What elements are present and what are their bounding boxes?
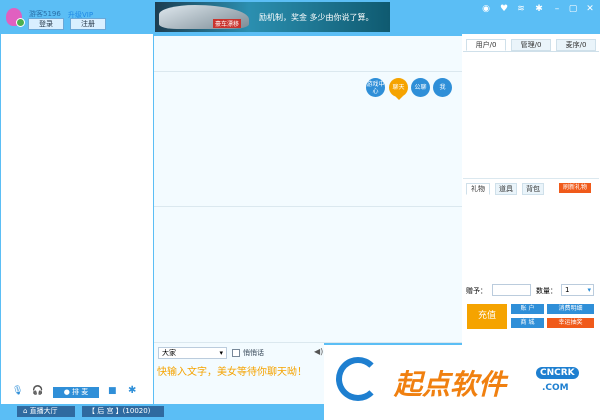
- divider: [463, 178, 599, 179]
- speaker-icon[interactable]: ◀): [314, 347, 323, 356]
- banner-tag: 豪车漂移: [213, 19, 242, 28]
- heart-icon[interactable]: ♥: [498, 4, 510, 14]
- camera-icon[interactable]: ■: [108, 386, 117, 396]
- watermark-text: 起点软件: [394, 368, 507, 401]
- banner-text: 励机制，奖金 多少由你说了算。: [259, 13, 374, 22]
- quantity-value: 1: [565, 286, 570, 294]
- eye-icon[interactable]: ◉: [480, 4, 492, 14]
- watermark-logo-icon: [336, 357, 380, 401]
- whisper-label: 悄悄话: [243, 349, 264, 357]
- microphone-icon[interactable]: 🎙: [12, 386, 23, 396]
- gift-to-input[interactable]: [492, 284, 531, 296]
- watermark: 起点软件 CNCRK .COM: [324, 345, 600, 420]
- tab-gifts[interactable]: 礼物: [466, 183, 490, 195]
- gift-to-label: 赠予：: [466, 287, 487, 295]
- maximize-icon[interactable]: ▢: [567, 4, 579, 14]
- quantity-select[interactable]: 1 ▾: [561, 284, 594, 296]
- chat-button[interactable]: 聊天: [389, 78, 408, 97]
- wifi-icon[interactable]: ≋: [515, 4, 527, 14]
- tab-props[interactable]: 道具: [495, 183, 517, 195]
- avatar[interactable]: [6, 8, 25, 27]
- my-chat-button[interactable]: 我: [433, 78, 452, 97]
- public-chat-button[interactable]: 公聊: [411, 78, 430, 97]
- microphone-icon: ●: [63, 388, 73, 396]
- account-button[interactable]: 账 户: [511, 304, 544, 314]
- consume-detail-button[interactable]: 消费明细: [547, 304, 594, 314]
- game-center-button[interactable]: 游戏中心: [366, 78, 385, 97]
- tab-mic-queue[interactable]: 麦序/0: [556, 39, 596, 51]
- live-hall-button[interactable]: ⌂ 直播大厅: [17, 406, 75, 417]
- active-pointer: [395, 96, 403, 104]
- chat-input[interactable]: 快输入文字，美女等待你聊天呦！: [157, 363, 327, 401]
- watermark-badge: CNCRK: [536, 367, 579, 379]
- settings-icon[interactable]: ✱: [128, 385, 136, 396]
- lucky-draw-button[interactable]: 幸运抽奖: [547, 318, 594, 328]
- queue-mic-button[interactable]: ● 排 麦: [53, 387, 99, 398]
- headphone-icon[interactable]: 🎧: [32, 386, 43, 396]
- watermark-domain: .COM: [542, 383, 569, 393]
- refresh-gifts-button[interactable]: 刷新礼物: [559, 183, 591, 193]
- tab-admins[interactable]: 管理/0: [511, 39, 551, 51]
- chat-target-select[interactable]: 大家 ▾: [158, 347, 227, 359]
- gear-icon[interactable]: ✱: [533, 4, 545, 14]
- tab-users[interactable]: 用户/0: [466, 39, 506, 51]
- login-button[interactable]: 登录: [28, 18, 64, 30]
- minimize-icon[interactable]: –: [551, 4, 563, 14]
- room-tab[interactable]: 【 后 宫 】(10020): [82, 406, 164, 417]
- divider: [463, 51, 599, 52]
- quantity-label: 数量：: [536, 287, 557, 295]
- chevron-down-icon: ▾: [219, 349, 223, 357]
- tab-backpack[interactable]: 背包: [522, 183, 544, 195]
- close-icon[interactable]: ✕: [584, 4, 596, 14]
- shop-button[interactable]: 商 城: [511, 318, 544, 328]
- ad-banner[interactable]: 豪车漂移 励机制，奖金 多少由你说了算。: [155, 2, 390, 32]
- private-chat-area: [154, 207, 462, 343]
- recharge-button[interactable]: 充值: [467, 304, 507, 329]
- live-hall-label: 直播大厅: [29, 407, 58, 415]
- chevron-down-icon: ▾: [587, 286, 591, 294]
- video-panel: [1, 34, 153, 404]
- announcement-area: [154, 36, 462, 72]
- queue-mic-label: 排 麦: [72, 388, 89, 396]
- register-button[interactable]: 注册: [70, 18, 106, 30]
- chat-target-value: 大家: [162, 349, 176, 357]
- home-icon: ⌂: [23, 407, 30, 415]
- whisper-checkbox[interactable]: [232, 349, 240, 357]
